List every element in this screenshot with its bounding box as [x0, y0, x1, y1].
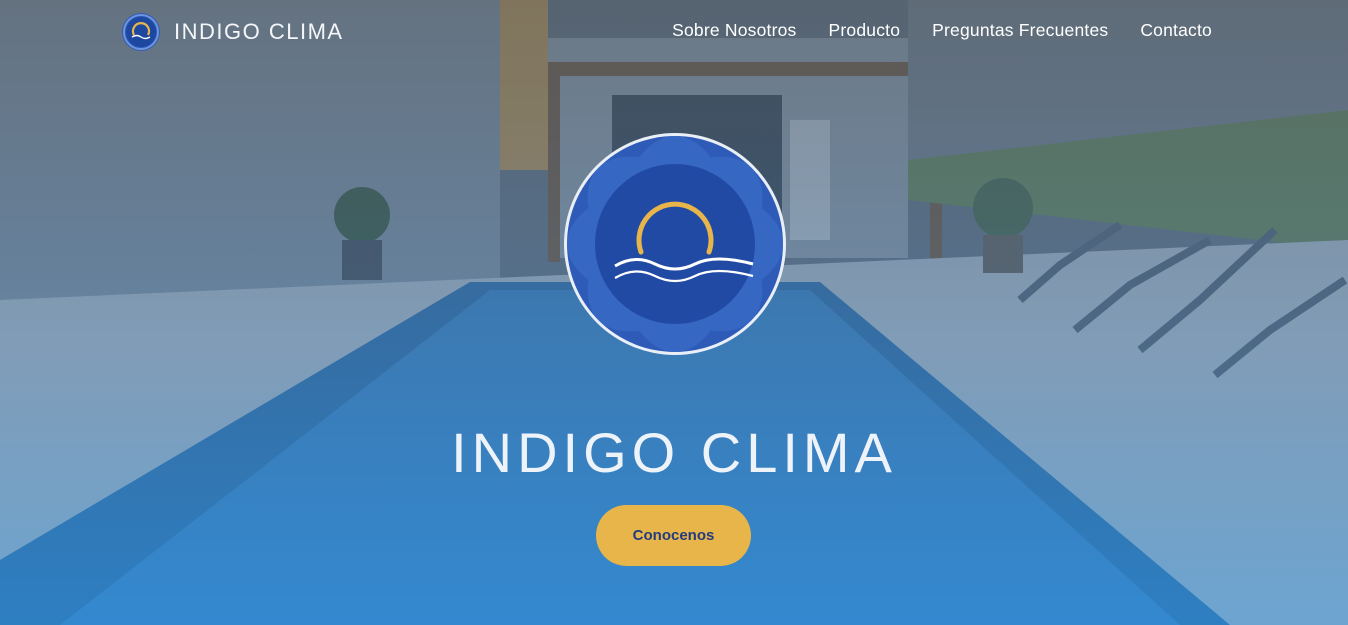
sun-over-waves-logo-icon	[563, 132, 787, 356]
indigo-clima-logo-icon	[122, 13, 160, 51]
nav-link-sobre-nosotros[interactable]: Sobre Nosotros	[672, 20, 796, 41]
hero-section: INDIGO CLIMA Sobre Nosotros Producto Pre…	[0, 0, 1348, 625]
nav-link-contacto[interactable]: Contacto	[1140, 20, 1212, 41]
brand[interactable]: INDIGO CLIMA	[122, 13, 344, 51]
nav-link-preguntas-frecuentes[interactable]: Preguntas Frecuentes	[932, 20, 1108, 41]
main-nav: Sobre Nosotros Producto Preguntas Frecue…	[672, 20, 1212, 41]
conocenos-button[interactable]: Conocenos	[596, 505, 751, 566]
brand-name: INDIGO CLIMA	[174, 19, 344, 44]
nav-link-producto[interactable]: Producto	[829, 20, 901, 41]
hero-title: INDIGO CLIMA	[451, 420, 897, 484]
